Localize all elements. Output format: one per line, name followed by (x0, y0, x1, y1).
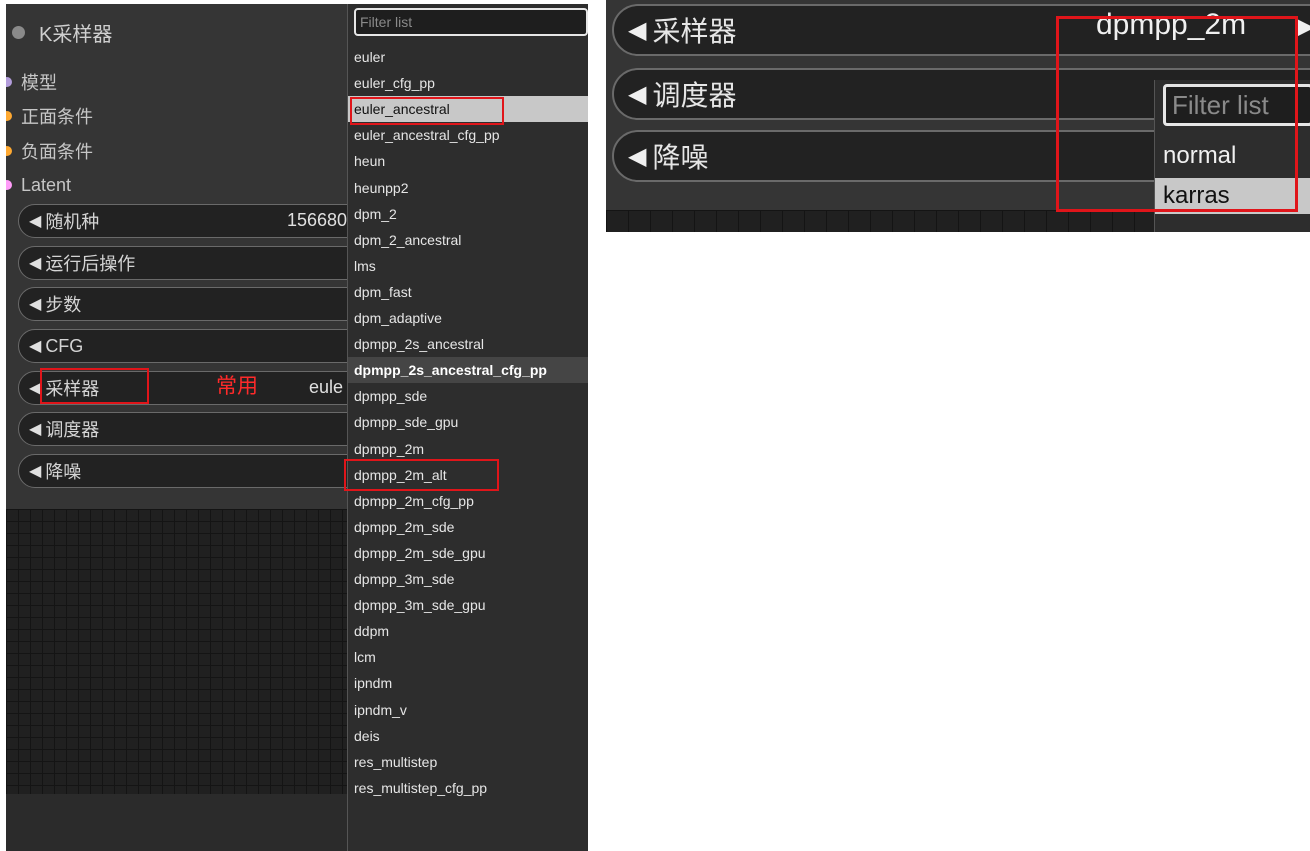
highlight-box-euler-ancestral (350, 97, 504, 125)
sampler-option[interactable]: res_multistep_cfg_pp (348, 775, 588, 801)
left-screenshot-panel: K采样器 模型 正面条件 负面条件 Latent ◀ 随机种 156680 ◀ … (6, 4, 588, 851)
decrement-arrow-icon[interactable]: ◀ (29, 253, 41, 273)
decrement-arrow-icon[interactable]: ◀ (628, 16, 646, 45)
input-positive[interactable]: 正面条件 (6, 104, 93, 128)
decrement-arrow-icon[interactable]: ◀ (628, 80, 646, 109)
sampler-option[interactable]: ipndm (348, 670, 588, 696)
input-label: 负面条件 (21, 142, 93, 162)
sampler-option[interactable]: euler (348, 44, 588, 70)
sampler-option[interactable]: dpm_2_ancestral (348, 227, 588, 253)
sampler-option[interactable]: dpm_adaptive (348, 305, 588, 331)
input-slot-dot-icon[interactable] (6, 111, 12, 121)
decrement-arrow-icon[interactable]: ◀ (29, 211, 41, 231)
right-zoom-panel: ◀ 采样器 dpmpp_2m ▶ ◀ 调度器 ◀ 降噪 Filter list … (606, 0, 1310, 232)
node-title: K采样器 (12, 18, 112, 46)
sampler-option[interactable]: lms (348, 253, 588, 279)
sampler-option[interactable]: lcm (348, 644, 588, 670)
increment-arrow-icon[interactable]: ▶ (1296, 12, 1310, 41)
sampler-option[interactable]: deis (348, 723, 588, 749)
sampler-option[interactable]: dpmpp_3m_sde (348, 566, 588, 592)
sampler-option[interactable]: euler_cfg_pp (348, 70, 588, 96)
input-slot-dot-icon[interactable] (6, 146, 12, 156)
widget-value: eule (309, 377, 344, 397)
sampler-option[interactable]: heunpp2 (348, 175, 588, 201)
highlight-box-zoom (1056, 16, 1298, 212)
collapse-dot-icon[interactable] (12, 25, 25, 39)
widget-label: CFG (45, 335, 84, 356)
sampler-option[interactable]: euler_ancestral_cfg_pp (348, 122, 588, 148)
sampler-option[interactable]: dpmpp_2s_ancestral (348, 331, 588, 357)
widget-label: 采样器 (652, 16, 737, 47)
sampler-option[interactable]: dpm_fast (348, 279, 588, 305)
widget-label: 调度器 (45, 420, 100, 440)
sampler-option[interactable]: dpmpp_2m_sde_gpu (348, 540, 588, 566)
decrement-arrow-icon[interactable]: ◀ (29, 419, 41, 439)
sampler-option[interactable]: res_multistep (348, 749, 588, 775)
sampler-option[interactable]: dpm_2 (348, 201, 588, 227)
input-slot-dot-icon[interactable] (6, 180, 12, 190)
sampler-option[interactable]: heun (348, 148, 588, 174)
widget-label: 降噪 (652, 142, 709, 173)
node-title-text: K采样器 (39, 23, 113, 46)
highlight-box-sampler (40, 368, 149, 404)
decrement-arrow-icon[interactable]: ◀ (29, 461, 41, 481)
decrement-arrow-icon[interactable]: ◀ (29, 294, 41, 314)
widget-label: 步数 (45, 295, 82, 315)
sampler-option[interactable]: dpmpp_2s_ancestral_cfg_pp (348, 357, 588, 384)
input-slot-dot-icon[interactable] (6, 77, 12, 87)
sampler-option[interactable]: dpmpp_3m_sde_gpu (348, 592, 588, 618)
widget-label: 随机种 (45, 212, 100, 232)
input-latent[interactable]: Latent (6, 173, 71, 197)
widget-label: 调度器 (652, 80, 737, 111)
sampler-option[interactable]: dpmpp_2m_sde (348, 514, 588, 540)
input-negative[interactable]: 负面条件 (6, 139, 93, 163)
highlight-box-dpmpp-2m (344, 459, 499, 491)
widget-value: 156680 (287, 210, 348, 230)
widget-label: 降噪 (45, 462, 82, 482)
filter-list-input[interactable]: Filter list (354, 8, 588, 36)
input-label: 模型 (21, 73, 57, 93)
input-model[interactable]: 模型 (6, 70, 57, 94)
decrement-arrow-icon[interactable]: ◀ (628, 142, 646, 171)
sampler-option[interactable]: dpmpp_2m (348, 436, 588, 462)
input-label: 正面条件 (21, 107, 93, 127)
sampler-option[interactable]: ddpm (348, 618, 588, 644)
annotation-common: 常用 (216, 375, 258, 398)
sampler-option[interactable]: dpmpp_2m_cfg_pp (348, 488, 588, 514)
widget-label: 运行后操作 (45, 254, 136, 274)
sampler-option[interactable]: dpmpp_sde_gpu (348, 409, 588, 435)
sampler-dropdown-menu: Filter list euler euler_cfg_pp euler_ances… (344, 4, 588, 851)
decrement-arrow-icon[interactable]: ◀ (29, 336, 41, 356)
sampler-option[interactable]: ipndm_v (348, 697, 588, 723)
sampler-option[interactable]: dpmpp_sde (348, 383, 588, 409)
input-label: Latent (21, 174, 72, 195)
